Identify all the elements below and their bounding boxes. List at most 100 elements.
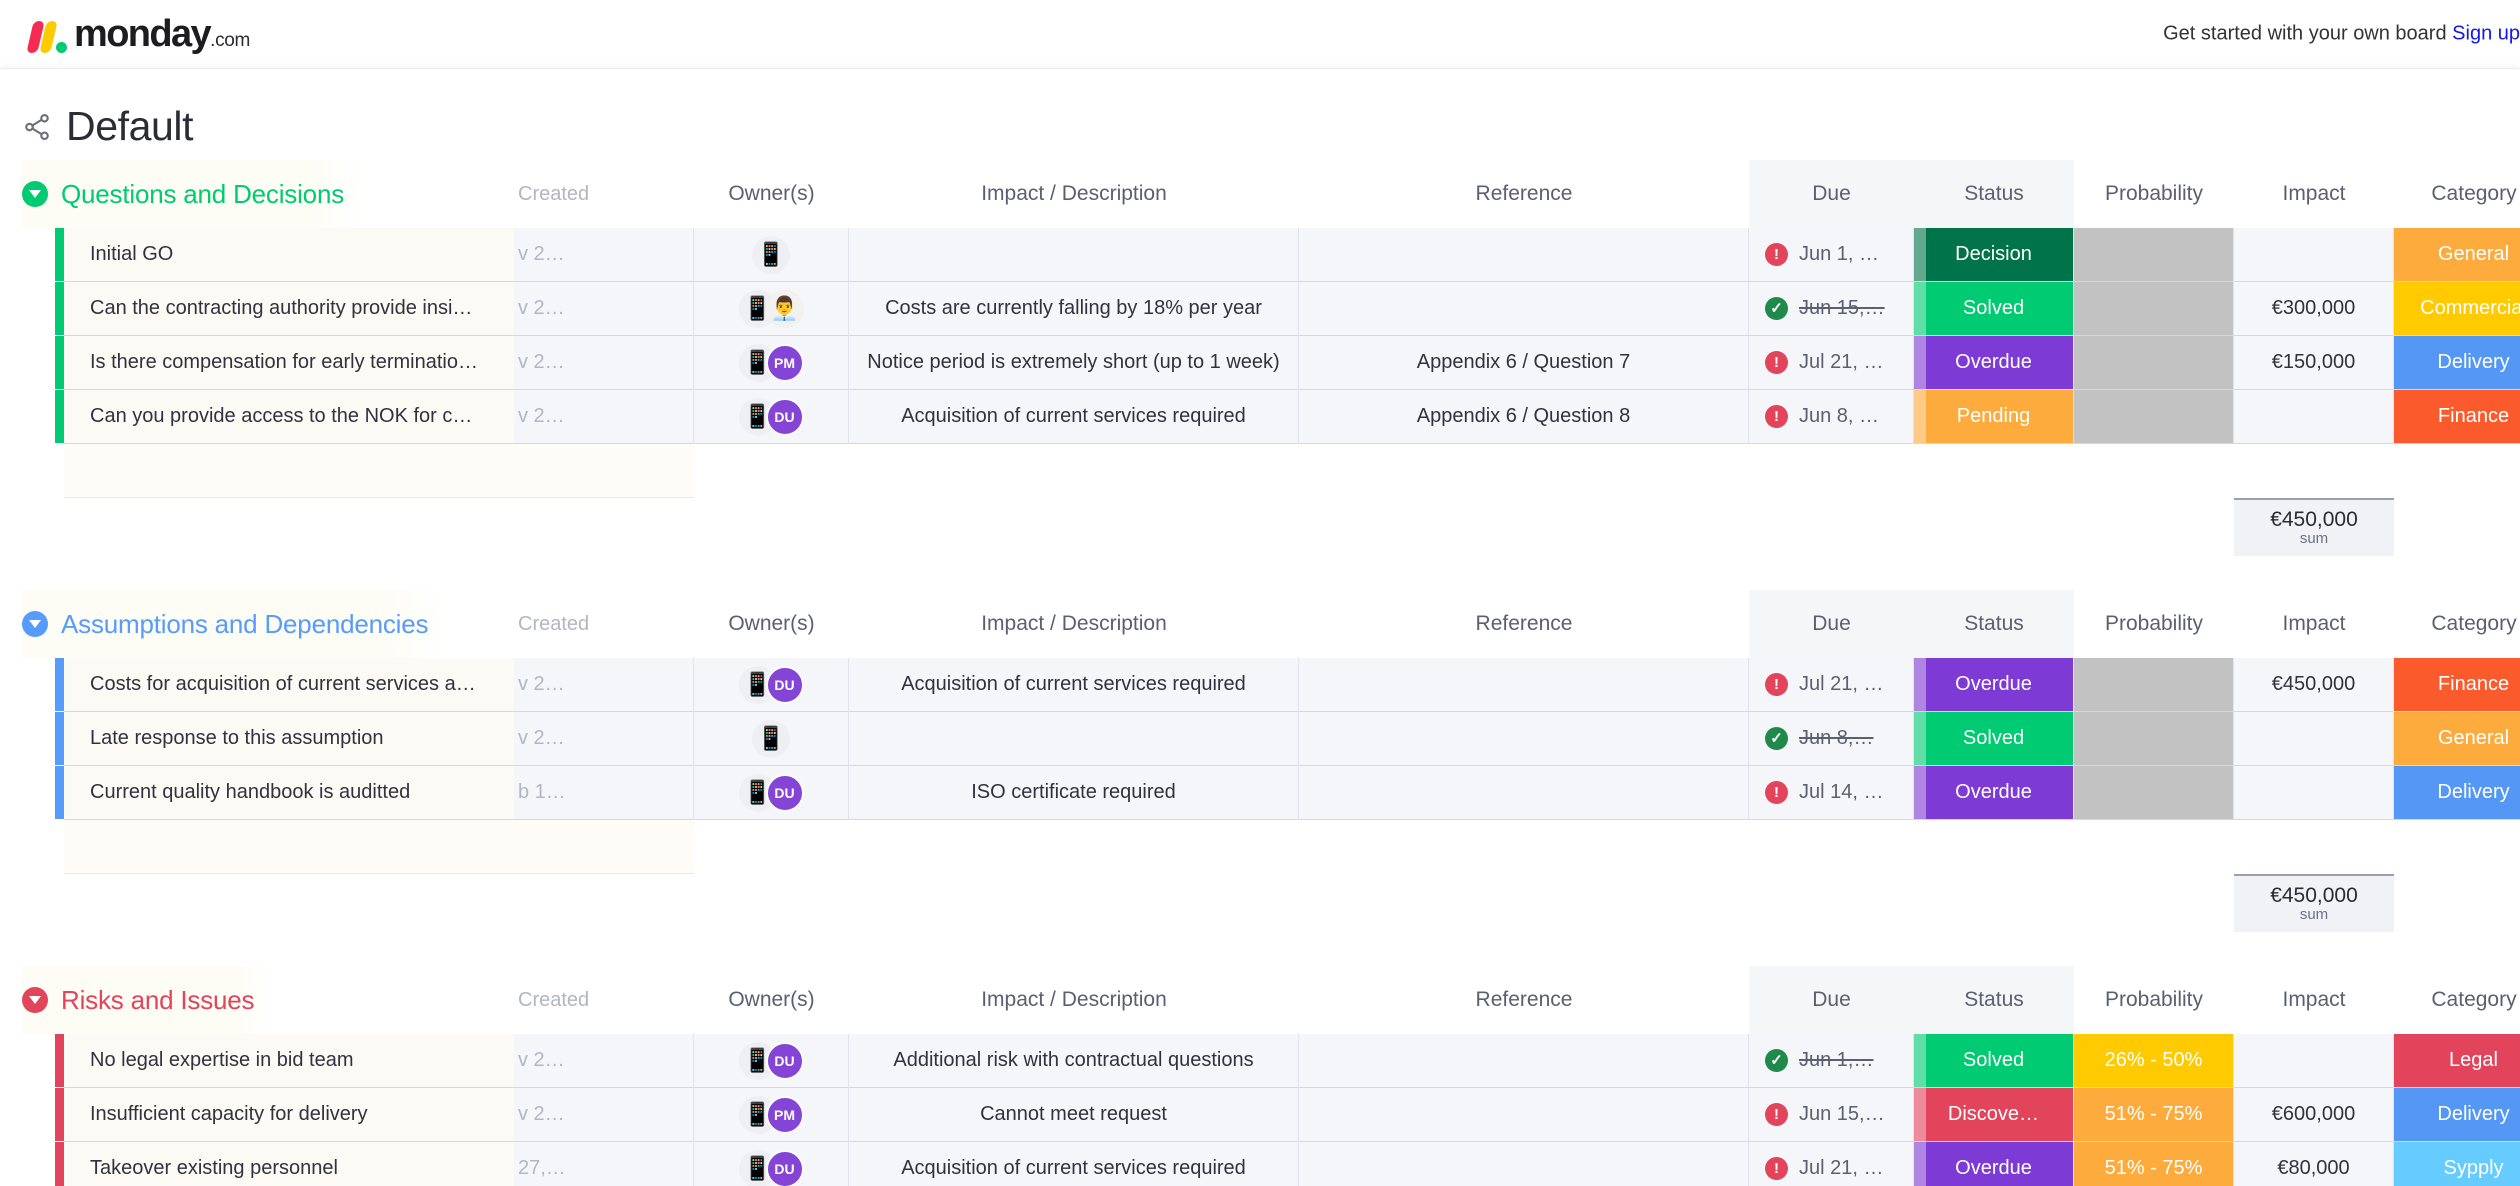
row-impact-value[interactable] (2234, 228, 2394, 282)
row-description[interactable]: Additional risk with contractual questio… (849, 1034, 1299, 1088)
row-item-name[interactable]: No legal expertise in bid team (64, 1034, 514, 1088)
table-row[interactable]: Can the contracting authority provide in… (0, 282, 2520, 336)
row-owners[interactable]: 📱 DU (694, 1142, 849, 1186)
row-category[interactable]: Finance (2394, 390, 2520, 444)
probability-badge[interactable]: 51% - 75% (2074, 1142, 2233, 1186)
row-description[interactable]: Acquisition of current services required (849, 390, 1299, 444)
column-header-reference[interactable]: Reference (1299, 966, 1749, 1034)
row-reference[interactable] (1299, 282, 1749, 336)
probability-empty[interactable] (2074, 228, 2233, 281)
probability-empty[interactable] (2074, 336, 2233, 389)
row-probability[interactable] (2074, 228, 2234, 282)
category-badge[interactable]: Delivery (2394, 1088, 2520, 1141)
column-header-description[interactable]: Impact / Description (849, 160, 1299, 228)
category-badge[interactable]: Sypply (2394, 1142, 2520, 1186)
row-owners[interactable]: 📱 PM (694, 1088, 849, 1142)
column-header-created[interactable]: Created (514, 160, 694, 228)
column-header-owner[interactable]: Owner(s) (694, 590, 849, 658)
row-item-name[interactable]: Insufficient capacity for delivery (64, 1088, 514, 1142)
row-reference[interactable] (1299, 1034, 1749, 1088)
status-badge[interactable]: Overdue (1914, 1142, 2073, 1186)
table-row[interactable]: Initial GO v 2… 📱! Jun 1, … Decision General (0, 228, 2520, 282)
row-reference[interactable] (1299, 1142, 1749, 1186)
impact-sum-cell[interactable]: €450,000 sum (2234, 874, 2394, 932)
column-header-probability[interactable]: Probability (2074, 966, 2234, 1034)
row-category[interactable]: Sypply (2394, 1142, 2520, 1186)
row-probability[interactable]: 51% - 75% (2074, 1142, 2234, 1186)
row-description[interactable]: Costs are currently falling by 18% per y… (849, 282, 1299, 336)
column-header-status[interactable]: Status (1914, 966, 2074, 1034)
group-collapse-chevron-icon[interactable] (22, 987, 48, 1013)
row-due-date[interactable]: ! Jun 8, … (1749, 390, 1914, 444)
share-network-icon[interactable] (22, 112, 52, 142)
column-header-owner[interactable]: Owner(s) (694, 966, 849, 1034)
table-row[interactable]: Is there compensation for early terminat… (0, 336, 2520, 390)
row-owners[interactable]: 📱 👨‍💼 (694, 282, 849, 336)
table-row[interactable]: Takeover existing personnel 27,… 📱 DU Acquis… (0, 1142, 2520, 1186)
status-badge[interactable]: Decision (1914, 228, 2073, 281)
column-header-created[interactable]: Created (514, 966, 694, 1034)
avatar-initials[interactable]: DU (765, 665, 804, 704)
probability-badge[interactable]: 26% - 50% (2074, 1034, 2233, 1087)
row-description[interactable]: Acquisition of current services required (849, 1142, 1299, 1186)
avatar-initials[interactable]: DU (765, 1041, 804, 1080)
sign-up-link[interactable]: Sign up (2452, 23, 2520, 45)
row-description[interactable]: ISO certificate required (849, 766, 1299, 820)
category-badge[interactable]: Finance (2394, 658, 2520, 711)
avatar-initials[interactable]: PM (765, 343, 804, 382)
status-badge[interactable]: Discove… (1914, 1088, 2073, 1141)
row-probability[interactable]: 26% - 50% (2074, 1034, 2234, 1088)
row-category[interactable]: Finance (2394, 658, 2520, 712)
owner-avatar-group[interactable]: 📱 👨‍💼 (738, 289, 804, 328)
column-header-description[interactable]: Impact / Description (849, 966, 1299, 1034)
group-title[interactable]: Questions and Decisions (61, 179, 344, 210)
row-item-name[interactable]: Is there compensation for early terminat… (64, 336, 514, 390)
probability-empty[interactable] (2074, 390, 2233, 443)
group-title[interactable]: Risks and Issues (61, 985, 255, 1016)
row-probability[interactable] (2074, 766, 2234, 820)
row-probability[interactable] (2074, 390, 2234, 444)
row-impact-value[interactable]: €450,000 (2234, 658, 2394, 712)
column-header-impact[interactable]: Impact (2234, 160, 2394, 228)
owner-avatar-group[interactable]: 📱 DU (738, 397, 804, 436)
row-owners[interactable]: 📱 (694, 712, 849, 766)
column-header-category[interactable]: Category (2394, 160, 2520, 228)
row-owners[interactable]: 📱 PM (694, 336, 849, 390)
row-reference[interactable]: Appendix 6 / Question 8 (1299, 390, 1749, 444)
column-header-due[interactable]: Due (1749, 966, 1914, 1034)
owner-avatar-group[interactable]: 📱 DU (738, 773, 804, 812)
owner-avatar-group[interactable]: 📱 (752, 719, 790, 758)
column-header-reference[interactable]: Reference (1299, 590, 1749, 658)
row-owners[interactable]: 📱 DU (694, 766, 849, 820)
row-description[interactable]: Cannot meet request (849, 1088, 1299, 1142)
category-badge[interactable]: General (2394, 712, 2520, 765)
group-collapse-chevron-icon[interactable] (22, 181, 48, 207)
add-item-row[interactable] (0, 820, 2520, 874)
row-reference[interactable] (1299, 228, 1749, 282)
row-impact-value[interactable]: €80,000 (2234, 1142, 2394, 1186)
table-row[interactable]: No legal expertise in bid team v 2… 📱 DU Add… (0, 1034, 2520, 1088)
row-reference[interactable] (1299, 658, 1749, 712)
row-due-date[interactable]: ! Jul 21, … (1749, 336, 1914, 390)
row-item-name[interactable]: Can the contracting authority provide in… (64, 282, 514, 336)
row-owners[interactable]: 📱 DU (694, 1034, 849, 1088)
category-badge[interactable]: Commercial (2394, 282, 2520, 335)
column-header-probability[interactable]: Probability (2074, 160, 2234, 228)
row-due-date[interactable]: ✓ Jun 8,… (1749, 712, 1914, 766)
row-impact-value[interactable] (2234, 1034, 2394, 1088)
row-category[interactable]: Delivery (2394, 336, 2520, 390)
category-badge[interactable]: Legal (2394, 1034, 2520, 1087)
row-due-date[interactable]: ! Jul 21, … (1749, 1142, 1914, 1186)
row-status[interactable]: Pending (1914, 390, 2074, 444)
impact-sum-cell[interactable]: €450,000 sum (2234, 498, 2394, 556)
row-category[interactable]: Delivery (2394, 1088, 2520, 1142)
group-title[interactable]: Assumptions and Dependencies (61, 609, 429, 640)
owner-avatar-group[interactable]: 📱 PM (738, 1095, 804, 1134)
row-due-date[interactable]: ! Jul 21, … (1749, 658, 1914, 712)
row-item-name[interactable]: Current quality handbook is auditted (64, 766, 514, 820)
avatar-initials[interactable]: PM (765, 1095, 804, 1134)
probability-empty[interactable] (2074, 712, 2233, 765)
column-header-category[interactable]: Category (2394, 590, 2520, 658)
row-status[interactable]: Overdue (1914, 336, 2074, 390)
row-reference[interactable]: Appendix 6 / Question 7 (1299, 336, 1749, 390)
